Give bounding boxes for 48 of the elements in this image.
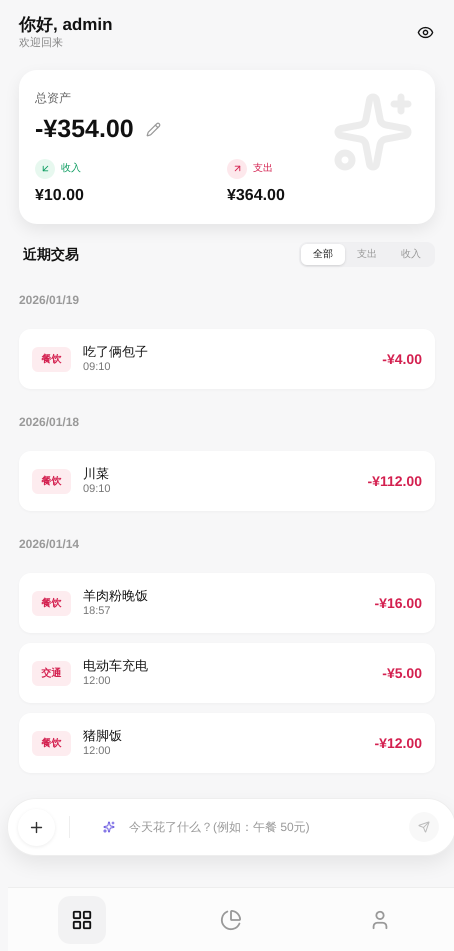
transaction-title: 川菜 xyxy=(83,465,110,482)
category-tag: 餐饮 xyxy=(32,730,71,756)
transaction-card[interactable]: 交通 电动车充电 12:00 -¥5.00 xyxy=(19,643,435,703)
transaction-title: 吃了俩包子 xyxy=(83,343,149,360)
transaction-time: 09:10 xyxy=(83,482,112,497)
transaction-title: 羊肉粉晚饭 xyxy=(83,587,149,604)
category-tag: 餐饮 xyxy=(32,468,71,494)
transaction-amount: -¥112.00 xyxy=(368,472,422,490)
income-amount: ¥10.00 xyxy=(35,186,85,206)
filter-tab[interactable]: 全部 xyxy=(301,244,345,265)
arrow-down-left-icon xyxy=(35,158,55,178)
transaction-time: 18:57 xyxy=(83,604,112,619)
transaction-card[interactable]: 餐饮 吃了俩包子 09:10 -¥4.00 xyxy=(19,329,435,389)
input-field[interactable]: 今天花了什么？(例如：午餐 50元) xyxy=(129,818,409,836)
transaction-amount: -¥16.00 xyxy=(374,594,422,612)
transaction-card[interactable]: 餐饮 川菜 09:10 -¥112.00 xyxy=(19,451,435,511)
category-tag: 餐饮 xyxy=(32,346,71,372)
transaction-title: 猪脚饭 xyxy=(83,727,123,744)
eye-icon[interactable] xyxy=(417,24,434,41)
expense-label: 支出 xyxy=(253,162,273,176)
date-label: 2026/01/19 xyxy=(19,292,80,309)
arrow-up-right-icon xyxy=(227,158,247,178)
category-tag: 餐饮 xyxy=(32,590,71,616)
transaction-card[interactable]: 餐饮 羊肉粉晚饭 18:57 -¥16.00 xyxy=(19,573,435,633)
add-button[interactable] xyxy=(18,808,55,846)
transaction-card[interactable]: 餐饮 猪脚饭 12:00 -¥12.00 xyxy=(19,713,435,773)
transaction-amount: -¥4.00 xyxy=(382,350,422,368)
pencil-icon[interactable] xyxy=(146,122,161,138)
grid-icon[interactable] xyxy=(58,896,106,944)
send-icon xyxy=(418,821,430,833)
expense-amount: ¥364.00 xyxy=(227,186,286,206)
transaction-time: 12:00 xyxy=(83,674,112,689)
transaction-title: 电动车充电 xyxy=(83,657,149,674)
section-title: 近期交易 xyxy=(23,245,79,264)
total-balance: -¥354.00 xyxy=(35,114,134,145)
sparkle-icon xyxy=(103,821,115,833)
send-button[interactable] xyxy=(409,812,439,842)
transaction-amount: -¥12.00 xyxy=(374,734,422,752)
transaction-time: 09:10 xyxy=(83,360,112,375)
income-label: 收入 xyxy=(61,162,81,176)
transaction-time: 12:00 xyxy=(83,744,112,759)
transaction-amount: -¥5.00 xyxy=(382,664,422,682)
total-label: 总资产 xyxy=(35,90,72,107)
greeting: 你好, admin xyxy=(19,14,113,36)
date-label: 2026/01/14 xyxy=(19,536,80,553)
subtitle: 欢迎回来 xyxy=(19,36,64,50)
date-label: 2026/01/18 xyxy=(19,414,80,431)
category-tag: 交通 xyxy=(32,660,71,686)
